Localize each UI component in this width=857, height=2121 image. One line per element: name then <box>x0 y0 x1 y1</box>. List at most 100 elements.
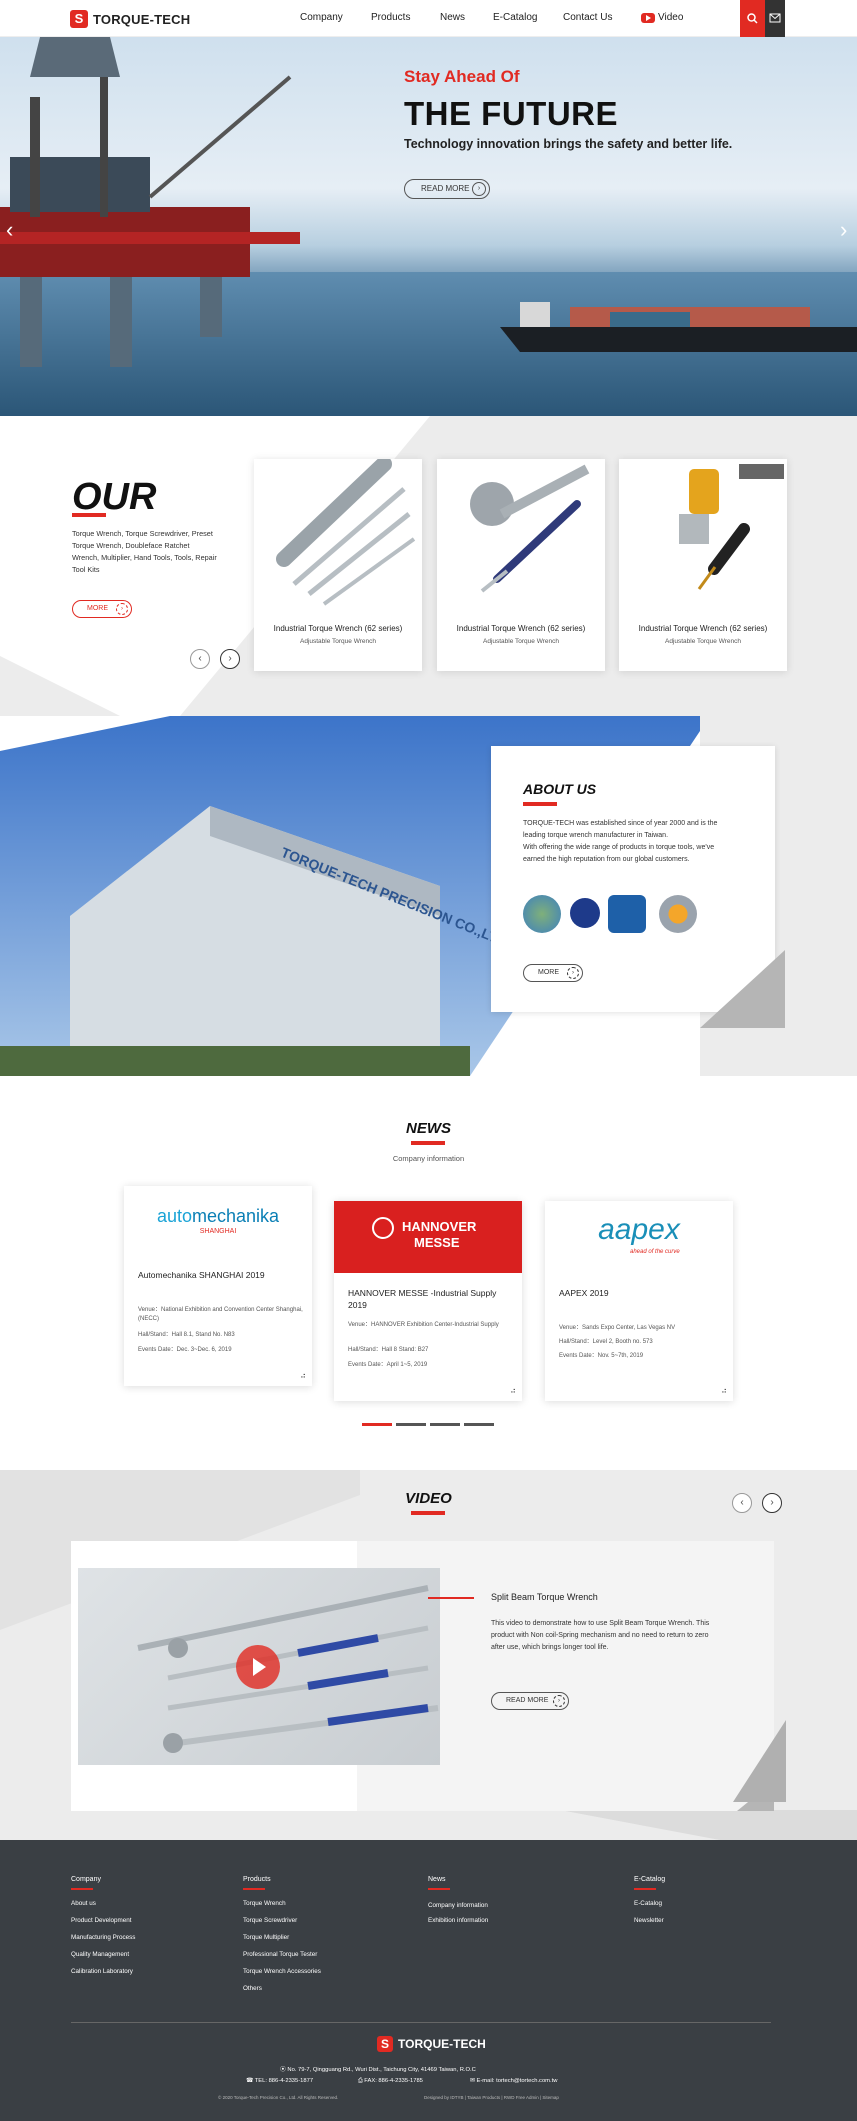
globe-cert-icon <box>523 895 561 933</box>
footer-heading-underline <box>243 1888 265 1890</box>
video-read-more-button[interactable]: READ MORE › <box>491 1692 569 1710</box>
footer-link[interactable]: Torque Multiplier <box>243 1934 289 1941</box>
products-more-button[interactable]: MORE › <box>72 600 132 618</box>
torque-wrench-image <box>276 459 416 606</box>
about-title: ABOUT US <box>523 781 597 797</box>
footer-link[interactable]: Exhibition information <box>428 1917 488 1924</box>
hero-prev-arrow[interactable]: ‹ <box>6 217 13 243</box>
footer-logo[interactable]: S TORQUE-TECH <box>377 2036 486 2052</box>
about-more-button[interactable]: MORE › <box>523 964 583 982</box>
youtube-icon <box>641 12 655 23</box>
footer-email[interactable]: ✉ E-mail: tortech@tortech.com.tw <box>470 2078 557 2084</box>
footer-link[interactable]: Product Development <box>71 1917 132 1924</box>
news-item-hall: Hall/Stand：Hall 8.1, Stand No. N83 <box>138 1332 235 1338</box>
products-prev-button[interactable]: ‹ <box>190 649 210 669</box>
news-card[interactable]: automechanika SHANGHAI Automechanika SHA… <box>124 1186 312 1386</box>
footer-credits[interactable]: Designed by IDTYB | Taiwan Products | RW… <box>424 2095 559 2100</box>
footer-fax: ⎙ FAX: 886-4-2335-1785 <box>358 2078 423 2085</box>
footer-link[interactable]: Company information <box>428 1902 488 1909</box>
footer-link[interactable]: Manufacturing Process <box>71 1934 135 1941</box>
footer-link[interactable]: Calibration Laboratory <box>71 1968 133 1975</box>
footer-tel: ☎ TEL: 886-4-2335-1877 <box>246 2078 313 2084</box>
news-item-venue: Venue：National Exhibition and Convention… <box>138 1307 303 1322</box>
news-pager-dot[interactable] <box>464 1423 494 1426</box>
hero-next-arrow[interactable]: › <box>840 217 847 243</box>
nav-video[interactable]: Video <box>641 12 683 23</box>
footer-link[interactable]: Torque Screwdriver <box>243 1917 297 1924</box>
footer-link[interactable]: Torque Wrench Accessories <box>243 1968 321 1975</box>
hannover-head-icon <box>372 1217 394 1239</box>
news-item-venue: Venue：Sands Expo Center, Las Vegas NV <box>559 1325 676 1331</box>
product-card[interactable]: Industrial Torque Wrench (62 series) Adj… <box>619 459 787 671</box>
play-icon[interactable] <box>236 1645 280 1689</box>
ratchet-wrench-image <box>470 464 590 593</box>
nav-news[interactable]: News <box>440 12 465 23</box>
nav-company[interactable]: Company <box>300 12 343 23</box>
footer-link[interactable]: About us <box>71 1900 96 1907</box>
news-card[interactable]: HANNOVER MESSE HANNOVER MESSE -Industria… <box>334 1201 522 1401</box>
about-corner-decoration <box>700 950 785 1028</box>
mail-icon <box>769 13 781 23</box>
footer-link[interactable]: Others <box>243 1985 262 1992</box>
footer-divider <box>71 2022 771 2023</box>
news-item-title: Automechanika SHANGHAI 2019 <box>138 1270 265 1280</box>
footer-heading-underline <box>634 1888 656 1890</box>
footer-address: ⦿ No. 79-7, Qingguang Rd., Wuri Dist., T… <box>280 2064 476 2073</box>
product-subtitle: Adjustable Torque Wrench <box>664 638 741 645</box>
news-subtitle: Company information <box>392 1154 465 1163</box>
footer-tel-text: TEL: 886-4-2335-1877 <box>254 2078 314 2084</box>
automechanika-logo: automechanika <box>124 1206 312 1227</box>
video-prev-button[interactable]: ‹ <box>732 1493 752 1513</box>
video-next-button[interactable]: › <box>762 1493 782 1513</box>
search-icon <box>747 13 758 24</box>
nav-products[interactable]: Products <box>371 12 410 23</box>
cargo-ship-image <box>500 302 857 352</box>
nav-ecatalog[interactable]: E-Catalog <box>493 12 537 23</box>
hero-subtitle: Technology innovation brings the safety … <box>404 137 733 151</box>
logo-mark-icon: S <box>70 10 88 28</box>
news-item-date: Events Date：Nov. 5~7th, 2019 <box>559 1353 644 1359</box>
hero-read-more-button[interactable]: READ MORE › <box>404 179 490 199</box>
product-name: Industrial Torque Wrench (62 series) <box>273 624 403 633</box>
footer-link[interactable]: E-Catalog <box>634 1900 662 1907</box>
product-card[interactable]: Industrial Torque Wrench (62 series) Adj… <box>437 459 605 671</box>
site-logo[interactable]: S TORQUE-TECH <box>70 10 190 28</box>
hero-title: THE FUTURE <box>404 95 618 132</box>
logo-mark-icon: S <box>377 2036 393 2052</box>
footer-address-text: No. 79-7, Qingguang Rd., Wuri Dist., Tai… <box>287 2067 476 2073</box>
iso-cert-icon <box>570 898 600 928</box>
news-pager-dot-active[interactable] <box>362 1423 392 1426</box>
footer-heading-products[interactable]: Products <box>243 1876 271 1883</box>
hannover-logo-text: HANNOVER <box>402 1219 477 1234</box>
news-item-hall: Hall/Stand：Level 2, Booth no. 573 <box>559 1339 653 1345</box>
footer-heading-ecatalog[interactable]: E-Catalog <box>634 1876 665 1883</box>
news-item-title: AAPEX 2019 <box>559 1288 609 1298</box>
product-card[interactable]: Industrial Torque Wrench (62 series) Adj… <box>254 459 422 671</box>
phone-icon: ☎ <box>246 2078 255 2084</box>
footer-link[interactable]: Torque Wrench <box>243 1900 286 1907</box>
footer-link[interactable]: Quality Management <box>71 1951 129 1958</box>
product-name: Industrial Torque Wrench (62 series) <box>638 624 768 633</box>
news-item-venue: Venue：HANNOVER Exhibition Center-Industr… <box>348 1322 499 1328</box>
mail-button[interactable] <box>765 0 785 37</box>
footer-heading-news[interactable]: News <box>428 1876 446 1883</box>
footer-email-text: E-mail: tortech@tortech.com.tw <box>476 2078 558 2084</box>
footer-link[interactable]: Newsletter <box>634 1917 664 1924</box>
product-subtitle: Adjustable Torque Wrench <box>482 638 559 645</box>
footer-logo-text: TORQUE-TECH <box>398 2037 486 2051</box>
news-card[interactable]: aapex ahead of the curve AAPEX 2019 Venu… <box>545 1201 733 1401</box>
nav-contact[interactable]: Contact Us <box>563 12 612 23</box>
products-description: Torque Wrench, Torque Screwdriver, Prese… <box>72 529 217 574</box>
video-corner-decoration <box>733 1720 786 1802</box>
expand-icon: ⠴ <box>721 1386 727 1395</box>
footer-link[interactable]: Professional Torque Tester <box>243 1951 317 1958</box>
automechanika-logo-auto: auto <box>156 1206 192 1226</box>
video-title-underline <box>411 1511 445 1515</box>
search-button[interactable] <box>740 0 765 37</box>
products-next-button[interactable]: › <box>220 649 240 669</box>
news-pager-dot[interactable] <box>430 1423 460 1426</box>
news-pager-dot[interactable] <box>396 1423 426 1426</box>
hero-read-more-label: READ MORE <box>421 184 470 193</box>
footer-heading-company[interactable]: Company <box>71 1876 101 1883</box>
arrow-right-icon: › <box>553 1695 565 1707</box>
